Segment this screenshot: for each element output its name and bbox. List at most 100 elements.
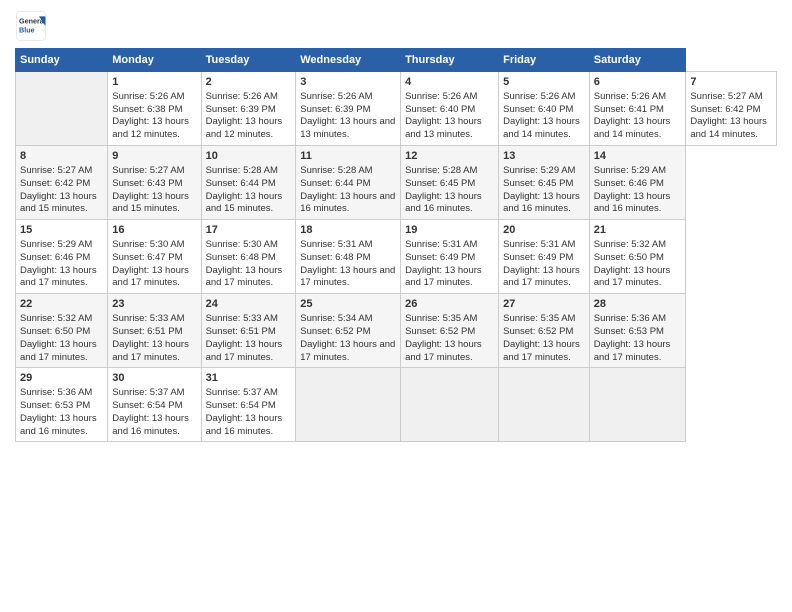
daylight-text: Daylight: 13 hours and 17 minutes.: [206, 339, 283, 363]
sunset-text: Sunset: 6:44 PM: [300, 178, 370, 189]
sunrise-text: Sunrise: 5:33 AM: [206, 313, 278, 324]
daylight-text: Daylight: 13 hours and 12 minutes.: [112, 116, 189, 140]
day-number: 16: [112, 223, 196, 238]
sunset-text: Sunset: 6:54 PM: [206, 400, 276, 411]
daylight-text: Daylight: 13 hours and 13 minutes.: [300, 116, 395, 140]
calendar-cell: 31Sunrise: 5:37 AMSunset: 6:54 PMDayligh…: [201, 368, 296, 442]
sunset-text: Sunset: 6:45 PM: [405, 178, 475, 189]
day-number: 2: [206, 75, 292, 90]
daylight-text: Daylight: 13 hours and 16 minutes.: [206, 413, 283, 437]
sunset-text: Sunset: 6:53 PM: [20, 400, 90, 411]
sunset-text: Sunset: 6:45 PM: [503, 178, 573, 189]
daylight-text: Daylight: 13 hours and 15 minutes.: [206, 191, 283, 215]
sunset-text: Sunset: 6:42 PM: [20, 178, 90, 189]
sunrise-text: Sunrise: 5:26 AM: [405, 91, 477, 102]
sunset-text: Sunset: 6:39 PM: [300, 104, 370, 115]
calendar-week-3: 15Sunrise: 5:29 AMSunset: 6:46 PMDayligh…: [16, 220, 777, 294]
sunrise-text: Sunrise: 5:26 AM: [503, 91, 575, 102]
sunset-text: Sunset: 6:38 PM: [112, 104, 182, 115]
calendar-week-5: 29Sunrise: 5:36 AMSunset: 6:53 PMDayligh…: [16, 368, 777, 442]
daylight-text: Daylight: 13 hours and 17 minutes.: [405, 265, 482, 289]
calendar-cell: 9Sunrise: 5:27 AMSunset: 6:43 PMDaylight…: [108, 146, 201, 220]
day-number: 8: [20, 149, 103, 164]
day-number: 6: [594, 75, 682, 90]
logo-icon: General Blue: [15, 10, 47, 42]
calendar-cell: 23Sunrise: 5:33 AMSunset: 6:51 PMDayligh…: [108, 294, 201, 368]
daylight-text: Daylight: 13 hours and 16 minutes.: [503, 191, 580, 215]
day-number: 28: [594, 297, 682, 312]
calendar-cell: 10Sunrise: 5:28 AMSunset: 6:44 PMDayligh…: [201, 146, 296, 220]
sunrise-text: Sunrise: 5:32 AM: [594, 239, 666, 250]
day-number: 31: [206, 371, 292, 386]
sunrise-text: Sunrise: 5:26 AM: [594, 91, 666, 102]
daylight-text: Daylight: 13 hours and 16 minutes.: [405, 191, 482, 215]
weekday-header-tuesday: Tuesday: [201, 49, 296, 72]
calendar-cell: [401, 368, 499, 442]
sunset-text: Sunset: 6:51 PM: [112, 326, 182, 337]
sunset-text: Sunset: 6:39 PM: [206, 104, 276, 115]
weekday-header-sunday: Sunday: [16, 49, 108, 72]
day-number: 18: [300, 223, 396, 238]
daylight-text: Daylight: 13 hours and 17 minutes.: [594, 265, 671, 289]
daylight-text: Daylight: 13 hours and 17 minutes.: [594, 339, 671, 363]
sunrise-text: Sunrise: 5:37 AM: [112, 387, 184, 398]
sunrise-text: Sunrise: 5:31 AM: [405, 239, 477, 250]
calendar-cell: 27Sunrise: 5:35 AMSunset: 6:52 PMDayligh…: [499, 294, 590, 368]
sunset-text: Sunset: 6:49 PM: [503, 252, 573, 263]
calendar-week-4: 22Sunrise: 5:32 AMSunset: 6:50 PMDayligh…: [16, 294, 777, 368]
calendar-cell: 20Sunrise: 5:31 AMSunset: 6:49 PMDayligh…: [499, 220, 590, 294]
sunrise-text: Sunrise: 5:28 AM: [206, 165, 278, 176]
calendar-week-2: 8Sunrise: 5:27 AMSunset: 6:42 PMDaylight…: [16, 146, 777, 220]
sunset-text: Sunset: 6:52 PM: [300, 326, 370, 337]
calendar-cell: 8Sunrise: 5:27 AMSunset: 6:42 PMDaylight…: [16, 146, 108, 220]
sunrise-text: Sunrise: 5:28 AM: [405, 165, 477, 176]
calendar-cell: 11Sunrise: 5:28 AMSunset: 6:44 PMDayligh…: [296, 146, 401, 220]
calendar-cell: 18Sunrise: 5:31 AM Sunset: 6:48 PM Dayligh…: [296, 220, 401, 294]
calendar-cell: 24Sunrise: 5:33 AMSunset: 6:51 PMDayligh…: [201, 294, 296, 368]
calendar-cell: [296, 368, 401, 442]
calendar-cell: 5Sunrise: 5:26 AMSunset: 6:40 PMDaylight…: [499, 72, 590, 146]
day-number: 20: [503, 223, 585, 238]
sunset-text: Sunset: 6:52 PM: [503, 326, 573, 337]
calendar-cell: 22Sunrise: 5:32 AMSunset: 6:50 PMDayligh…: [16, 294, 108, 368]
calendar-cell: 28Sunrise: 5:36 AMSunset: 6:53 PMDayligh…: [589, 294, 686, 368]
calendar-cell: 2Sunrise: 5:26 AMSunset: 6:39 PMDaylight…: [201, 72, 296, 146]
sunrise-text: Sunrise: 5:28 AM: [300, 165, 372, 176]
daylight-text: Daylight: 13 hours and 17 minutes.: [300, 265, 395, 289]
sunset-text: Sunset: 6:49 PM: [405, 252, 475, 263]
sunset-text: Sunset: 6:50 PM: [20, 326, 90, 337]
calendar-cell: 12Sunrise: 5:28 AM Sunset: 6:45 PM Dayligh…: [401, 146, 499, 220]
daylight-text: Daylight: 13 hours and 14 minutes.: [594, 116, 671, 140]
day-number: 21: [594, 223, 682, 238]
sunset-text: Sunset: 6:48 PM: [300, 252, 370, 263]
daylight-text: Daylight: 13 hours and 17 minutes.: [405, 339, 482, 363]
sunset-text: Sunset: 6:46 PM: [594, 178, 664, 189]
calendar-cell: 26Sunrise: 5:35 AMSunset: 6:52 PMDayligh…: [401, 294, 499, 368]
day-number: 12: [405, 149, 494, 164]
daylight-text: Daylight: 13 hours and 17 minutes.: [112, 339, 189, 363]
daylight-text: Daylight: 13 hours and 14 minutes.: [690, 116, 767, 140]
calendar-cell: 7Sunrise: 5:27 AMSunset: 6:42 PMDaylight…: [686, 72, 777, 146]
day-number: 3: [300, 75, 396, 90]
calendar-cell: 14Sunrise: 5:29 AMSunset: 6:46 PMDayligh…: [589, 146, 686, 220]
day-number: 1: [112, 75, 196, 90]
day-number: 19: [405, 223, 494, 238]
day-number: 26: [405, 297, 494, 312]
sunset-text: Sunset: 6:48 PM: [206, 252, 276, 263]
daylight-text: Daylight: 13 hours and 14 minutes.: [503, 116, 580, 140]
page-header: General Blue: [15, 10, 777, 42]
daylight-text: Daylight: 13 hours and 16 minutes.: [300, 191, 395, 215]
day-number: 15: [20, 223, 103, 238]
daylight-text: Daylight: 13 hours and 15 minutes.: [112, 191, 189, 215]
sunset-text: Sunset: 6:52 PM: [405, 326, 475, 337]
sunrise-text: Sunrise: 5:31 AM: [300, 239, 372, 250]
calendar-cell: [16, 72, 108, 146]
sunset-text: Sunset: 6:40 PM: [405, 104, 475, 115]
calendar-cell: 1Sunrise: 5:26 AM Sunset: 6:38 PMDaylight…: [108, 72, 201, 146]
day-number: 7: [690, 75, 772, 90]
daylight-text: Daylight: 13 hours and 17 minutes.: [503, 265, 580, 289]
sunrise-text: Sunrise: 5:26 AM: [112, 91, 184, 102]
daylight-text: Daylight: 13 hours and 17 minutes.: [300, 339, 395, 363]
calendar-cell: 16Sunrise: 5:30 AMSunset: 6:47 PMDayligh…: [108, 220, 201, 294]
day-number: 27: [503, 297, 585, 312]
